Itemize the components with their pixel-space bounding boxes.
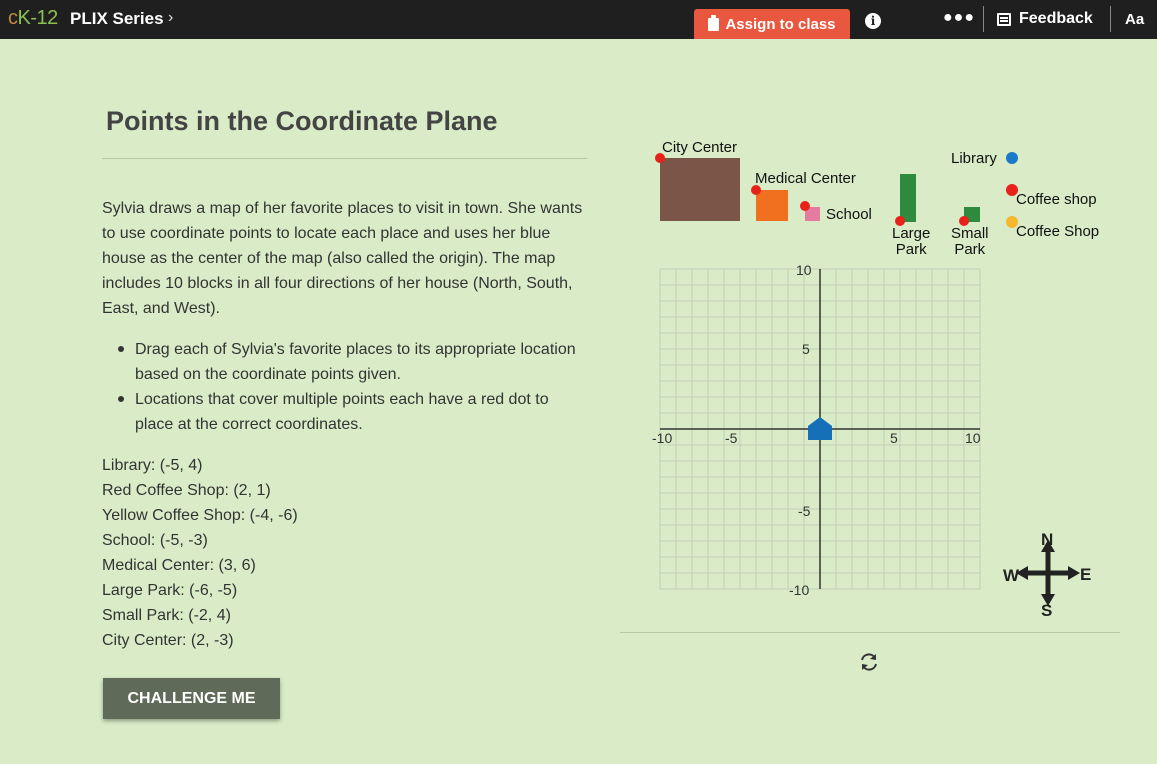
chevron-right-icon: › <box>168 9 174 26</box>
compass-south-label: S <box>1041 601 1052 620</box>
medical-center-block[interactable] <box>756 190 788 221</box>
coordinate-item: Red Coffee Shop: (2, 1) <box>102 482 271 499</box>
coordinate-list: Library: (-5, 4) Red Coffee Shop: (2, 1)… <box>102 453 298 653</box>
clipboard-icon <box>708 14 720 31</box>
divider <box>1110 6 1111 32</box>
title-divider <box>102 158 587 159</box>
house-icon <box>808 417 832 440</box>
coordinate-item: School: (-5, -3) <box>102 532 208 549</box>
top-bar: cK-12 PLIX Series › Assign to class i ●●… <box>0 0 1157 39</box>
large-park-label: Large Park <box>892 225 931 258</box>
coffee-shop-yellow-label: Coffee Shop <box>1016 223 1100 240</box>
x-tick-label: -5 <box>725 430 738 446</box>
assign-to-class-button[interactable]: Assign to class <box>694 9 850 39</box>
instruction-item: Drag each of Sylvia's favorite places to… <box>118 337 588 387</box>
feedback-button[interactable]: Feedback <box>997 10 1093 28</box>
x-tick-label: -10 <box>652 430 672 446</box>
feedback-icon <box>997 12 1011 26</box>
school-label: School <box>826 206 872 223</box>
y-tick-label: 10 <box>796 262 812 278</box>
info-icon[interactable]: i <box>865 13 881 29</box>
page-title: Points in the Coordinate Plane <box>106 106 498 136</box>
more-options-icon[interactable]: ●●● <box>943 9 975 27</box>
ck12-logo[interactable]: cK-12 <box>8 7 58 30</box>
large-park-block[interactable] <box>900 174 916 222</box>
compass-west-label: W <box>1003 566 1020 585</box>
feedback-label: Feedback <box>1019 10 1093 27</box>
coordinate-item: Large Park: (-6, -5) <box>102 582 238 599</box>
coordinate-item: Medical Center: (3, 6) <box>102 557 256 574</box>
coordinate-map-interactive: -10 -5 5 10 10 5 -5 -10 N S E W City Cen… <box>620 130 1120 630</box>
coordinate-item: Small Park: (-2, 4) <box>102 607 231 624</box>
city-center-block[interactable] <box>660 158 740 221</box>
coordinate-item: Library: (-5, 4) <box>102 457 203 474</box>
font-size-button[interactable]: Aa <box>1125 11 1144 28</box>
coffee-shop-red-label: Coffee shop <box>1016 191 1097 208</box>
city-center-label: City Center <box>662 139 738 156</box>
small-park-label: Small Park <box>951 225 989 258</box>
library-label: Library <box>951 150 997 167</box>
assign-label: Assign to class <box>725 15 836 33</box>
interactive-divider <box>620 632 1120 633</box>
compass-east-label: E <box>1080 565 1091 584</box>
coordinate-item: City Center: (2, -3) <box>102 632 234 649</box>
refresh-icon[interactable] <box>858 651 880 673</box>
y-tick-label: -5 <box>798 503 811 519</box>
compass-north-label: N <box>1041 530 1053 549</box>
y-tick-label: -10 <box>789 582 809 598</box>
challenge-me-button[interactable]: CHALLENGE ME <box>103 678 280 719</box>
instructions-list: Drag each of Sylvia's favorite places to… <box>118 337 588 437</box>
y-tick-label: 5 <box>802 341 810 357</box>
x-tick-label: 10 <box>965 430 981 446</box>
compass-icon: N S E W <box>1003 530 1091 620</box>
medical-center-label: Medical Center <box>755 170 856 187</box>
instruction-item: Locations that cover multiple points eac… <box>118 387 588 437</box>
intro-paragraph: Sylvia draws a map of her favorite place… <box>102 200 583 317</box>
library-dot[interactable] <box>1006 152 1018 164</box>
coordinate-item: Yellow Coffee Shop: (-4, -6) <box>102 507 298 524</box>
divider <box>983 6 984 32</box>
series-breadcrumb[interactable]: PLIX Series <box>70 9 164 29</box>
x-tick-label: 5 <box>890 430 898 446</box>
school-dot[interactable] <box>800 201 810 211</box>
